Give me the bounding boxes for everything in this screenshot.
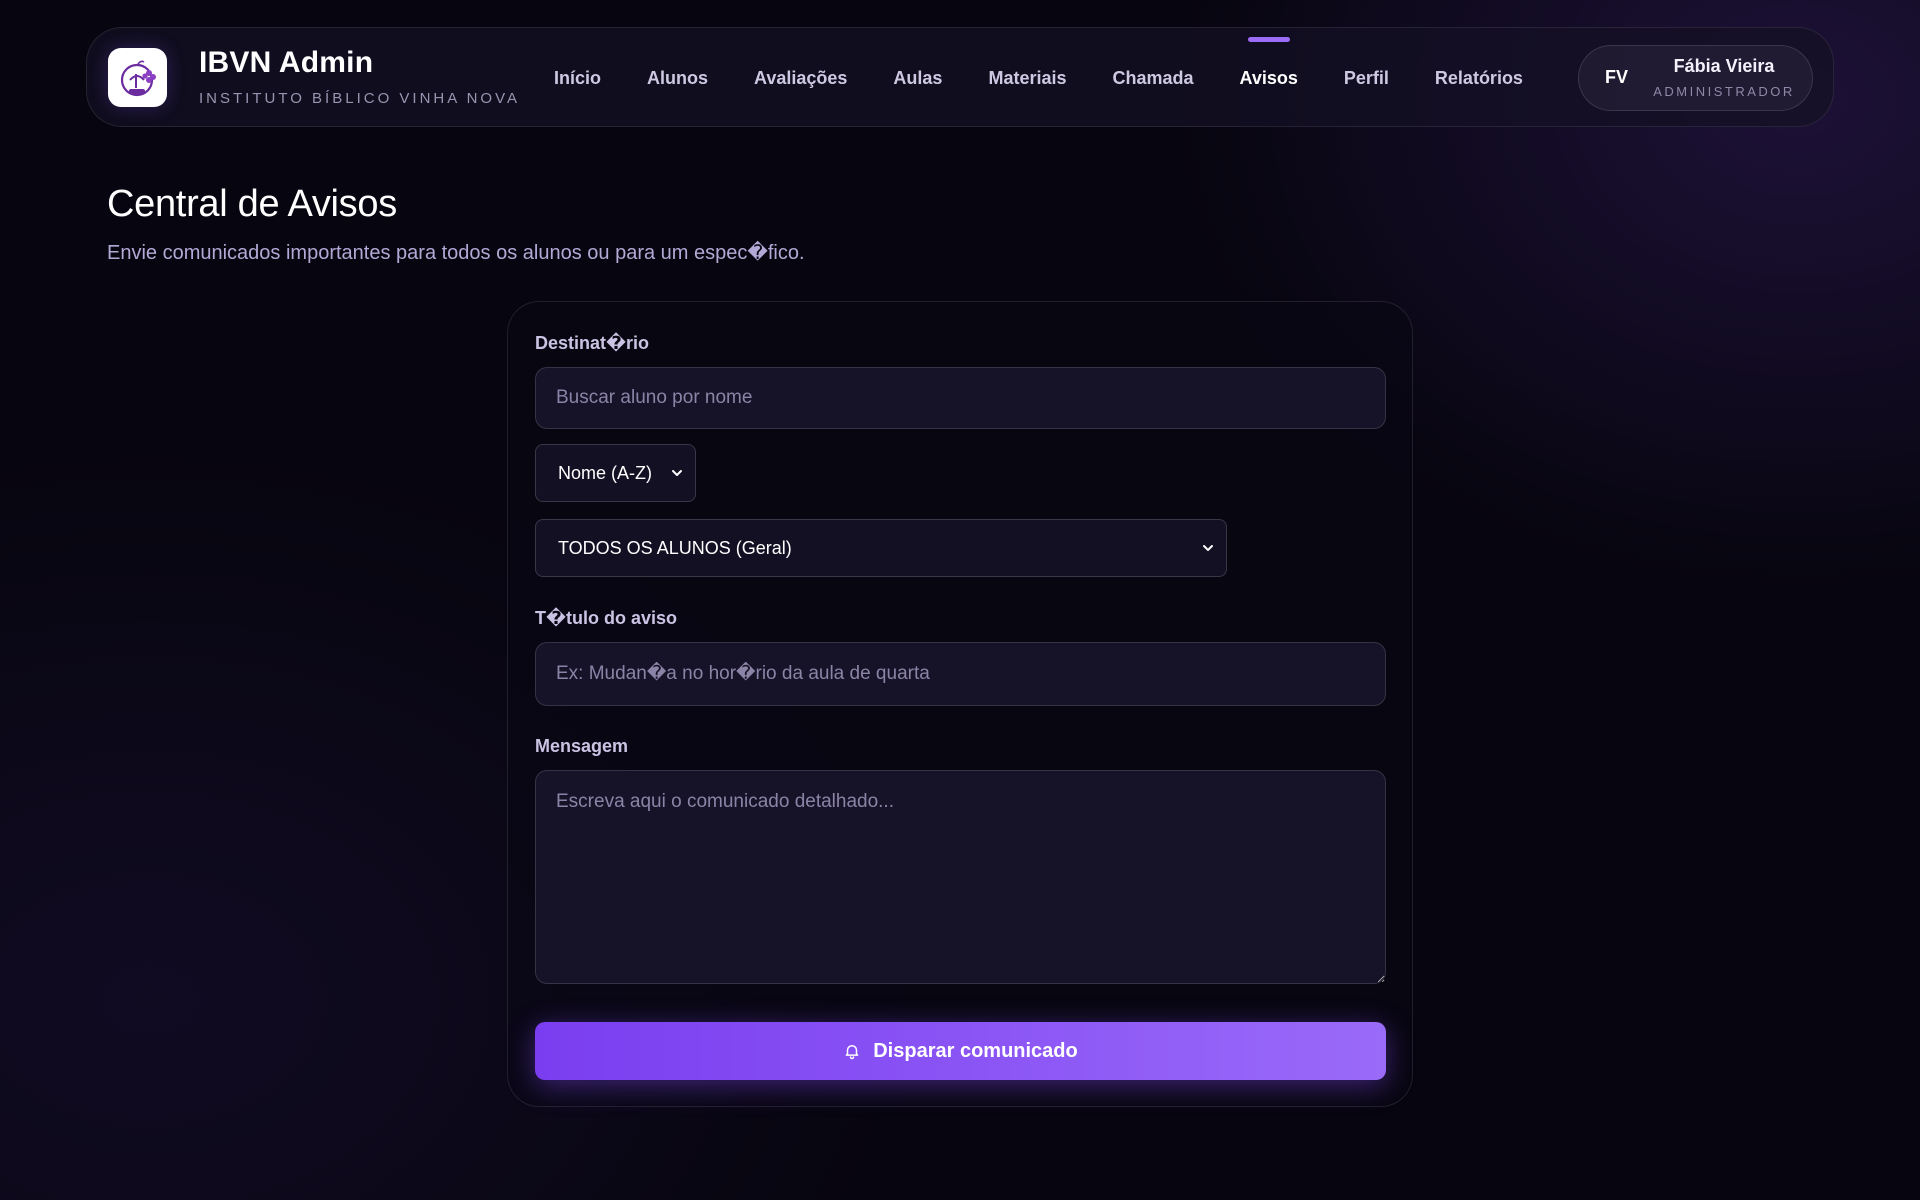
- sort-select-value: Nome (A-Z): [558, 462, 652, 483]
- nav-item-avisos[interactable]: Avisos: [1240, 28, 1298, 128]
- user-role: ADMINISTRADOR: [1653, 84, 1795, 99]
- nav-item-alunos[interactable]: Alunos: [647, 28, 708, 128]
- nav-item-relatorios[interactable]: Relatórios: [1435, 28, 1523, 128]
- send-notice-button-label: Disparar comunicado: [873, 1039, 1078, 1062]
- main-nav: Início Alunos Avaliações Aulas Materiais…: [554, 28, 1569, 128]
- chevron-down-icon: [1203, 545, 1213, 551]
- page-title: Central de Avisos: [107, 183, 397, 225]
- nav-item-avaliacoes[interactable]: Avaliações: [754, 28, 847, 128]
- notice-title-input[interactable]: [535, 642, 1386, 706]
- chevron-down-icon: [672, 470, 682, 476]
- nav-item-aulas[interactable]: Aulas: [893, 28, 942, 128]
- nav-item-perfil[interactable]: Perfil: [1344, 28, 1389, 128]
- brand-logo[interactable]: [108, 48, 167, 107]
- bell-icon: [843, 1042, 861, 1060]
- sort-select[interactable]: Nome (A-Z): [535, 444, 696, 502]
- avatar: FV: [1605, 67, 1629, 87]
- brand-block: IBVN Admin INSTITUTO BÍBLICO VINHA NOVA: [199, 46, 520, 107]
- send-notice-button[interactable]: Disparar comunicado: [535, 1022, 1386, 1080]
- recipient-select-value: TODOS OS ALUNOS (Geral): [558, 537, 792, 558]
- vine-logo-icon: [120, 60, 156, 96]
- top-navigation-bar: IBVN Admin INSTITUTO BÍBLICO VINHA NOVA …: [86, 27, 1834, 127]
- page-description: Envie comunicados importantes para todos…: [107, 242, 805, 264]
- title-label: T�tulo do aviso: [535, 608, 678, 628]
- recipient-label: Destinat�rio: [535, 333, 650, 353]
- user-profile-chip[interactable]: FV Fábia Vieira ADMINISTRADOR: [1578, 45, 1813, 111]
- brand-title: IBVN Admin: [199, 46, 374, 79]
- message-textarea[interactable]: [535, 770, 1386, 984]
- notice-form-card: Destinat�rio Nome (A-Z) TODOS OS ALUNOS …: [507, 301, 1413, 1107]
- nav-item-chamada[interactable]: Chamada: [1113, 28, 1194, 128]
- recipient-select[interactable]: TODOS OS ALUNOS (Geral): [535, 519, 1227, 577]
- nav-item-materiais[interactable]: Materiais: [988, 28, 1066, 128]
- user-name: Fábia Vieira: [1673, 56, 1775, 76]
- brand-subtitle: INSTITUTO BÍBLICO VINHA NOVA: [199, 90, 520, 107]
- nav-item-inicio[interactable]: Início: [554, 28, 601, 128]
- message-label: Mensagem: [535, 736, 629, 756]
- student-search-input[interactable]: [535, 367, 1386, 429]
